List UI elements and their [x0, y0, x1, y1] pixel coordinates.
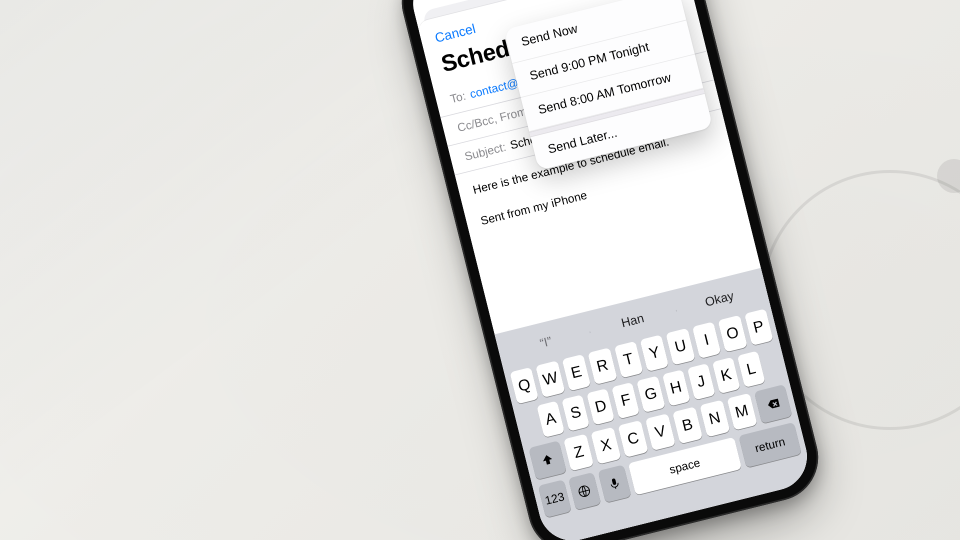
key-shift[interactable] [529, 440, 567, 479]
key-c[interactable]: C [618, 420, 649, 457]
key-a[interactable]: A [536, 401, 564, 438]
key-f[interactable]: F [612, 382, 640, 419]
key-g[interactable]: G [637, 376, 665, 413]
key-x[interactable]: X [591, 427, 622, 464]
key-d[interactable]: D [587, 388, 615, 425]
key-t[interactable]: T [614, 341, 643, 378]
key-i[interactable]: I [692, 322, 721, 359]
key-q[interactable]: Q [510, 367, 539, 404]
to-label: To: [449, 90, 467, 107]
subject-label: Subject: [463, 141, 507, 164]
phone-screen: 4:15 ⚡︎ Cancel [406, 0, 814, 540]
key-j[interactable]: J [687, 363, 715, 400]
key-z[interactable]: Z [564, 434, 595, 471]
shift-icon [539, 452, 556, 469]
key-b[interactable]: B [672, 407, 703, 444]
key-l[interactable]: L [737, 351, 765, 388]
key-h[interactable]: H [662, 370, 690, 407]
key-backspace[interactable] [754, 384, 792, 423]
phone-frame: 4:15 ⚡︎ Cancel [393, 0, 828, 540]
key-e[interactable]: E [562, 354, 591, 391]
key-numbers[interactable]: 123 [538, 480, 571, 518]
key-o[interactable]: O [718, 315, 747, 352]
key-y[interactable]: Y [640, 335, 669, 372]
backspace-icon [764, 395, 781, 412]
mail-app: 4:15 ⚡︎ Cancel [406, 0, 814, 540]
key-n[interactable]: N [699, 400, 730, 437]
key-mic[interactable] [598, 465, 631, 503]
desk-background: 4:15 ⚡︎ Cancel [0, 0, 960, 540]
mic-icon [606, 475, 623, 492]
key-m[interactable]: M [727, 393, 758, 430]
key-v[interactable]: V [645, 413, 676, 450]
compose-sheet: Cancel Schedule email To: contact@appl C… [417, 0, 814, 540]
keyboard: “I” Han Okay Q W E R T Y [495, 268, 815, 540]
key-w[interactable]: W [536, 361, 565, 398]
key-u[interactable]: U [666, 328, 695, 365]
globe-icon [576, 483, 593, 500]
key-k[interactable]: K [712, 357, 740, 394]
key-b-s[interactable]: S [562, 395, 590, 432]
key-globe[interactable] [568, 472, 601, 510]
key-r[interactable]: R [588, 348, 617, 385]
key-p[interactable]: P [744, 309, 773, 346]
